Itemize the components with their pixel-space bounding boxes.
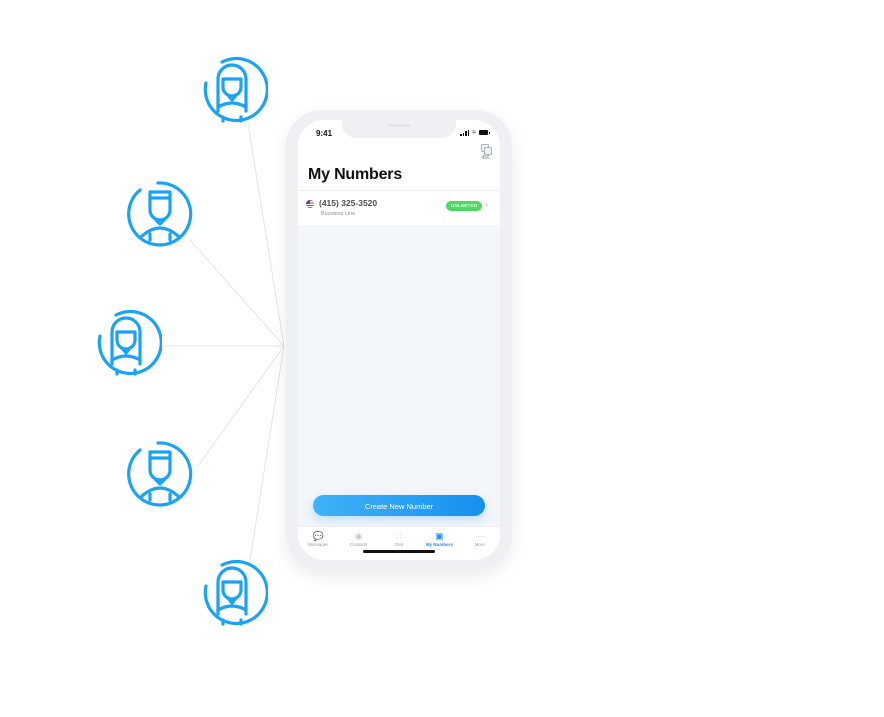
number-list-item[interactable]: (415) 325-3520 Business Line UNLIMITED › (298, 190, 500, 225)
connector-line (189, 239, 285, 347)
more-icon: ⋯ (475, 531, 485, 541)
phone-number: (415) 325-3520 (319, 198, 378, 208)
phone-frame: 9:41 ≈ 450 My Numbers (415) 325-3520 Bus… (286, 110, 512, 570)
connector-line (197, 345, 285, 467)
page-title: My Numbers (308, 166, 403, 183)
plan-badge: UNLIMITED (446, 201, 483, 211)
tab-contacts[interactable]: ◉ Contacts (338, 527, 378, 560)
connector-line (249, 345, 285, 561)
female-user-icon (90, 308, 162, 380)
dialpad-icon: ∷ (396, 531, 402, 541)
male-user-icon (124, 438, 196, 510)
status-time: 9:41 (316, 129, 333, 138)
credits-button[interactable]: 450 (481, 144, 492, 161)
coins-icon (481, 144, 492, 155)
battery-icon (479, 130, 490, 135)
credits-count: 450 (481, 155, 490, 161)
tab-dial[interactable]: ∷ Dial (379, 527, 419, 560)
signal-icon (460, 129, 470, 136)
connector-line (247, 123, 285, 347)
tab-bar: 💬 Messages ◉ Contacts ∷ Dial ▣ My Number… (298, 526, 500, 560)
tab-more[interactable]: ⋯ More (460, 527, 500, 560)
female-user-icon (196, 558, 268, 630)
chevron-right-icon: › (485, 199, 488, 209)
female-user-icon (196, 55, 268, 127)
tab-messages[interactable]: 💬 Messages (298, 527, 338, 560)
tab-my-numbers[interactable]: ▣ My Numbers (419, 527, 459, 560)
create-new-number-button[interactable]: Create New Number (313, 495, 485, 516)
line-type: Business Line (321, 211, 356, 217)
us-flag-icon (306, 200, 314, 208)
wifi-icon: ≈ (472, 129, 476, 136)
my-numbers-icon: ▣ (435, 531, 444, 541)
status-icons: ≈ (460, 129, 490, 136)
home-indicator (363, 550, 435, 553)
notch (342, 120, 456, 138)
contacts-icon: ◉ (354, 531, 363, 541)
messages-icon: 💬 (312, 531, 324, 541)
male-user-icon (124, 178, 196, 250)
phone-screen: 9:41 ≈ 450 My Numbers (415) 325-3520 Bus… (298, 120, 500, 560)
